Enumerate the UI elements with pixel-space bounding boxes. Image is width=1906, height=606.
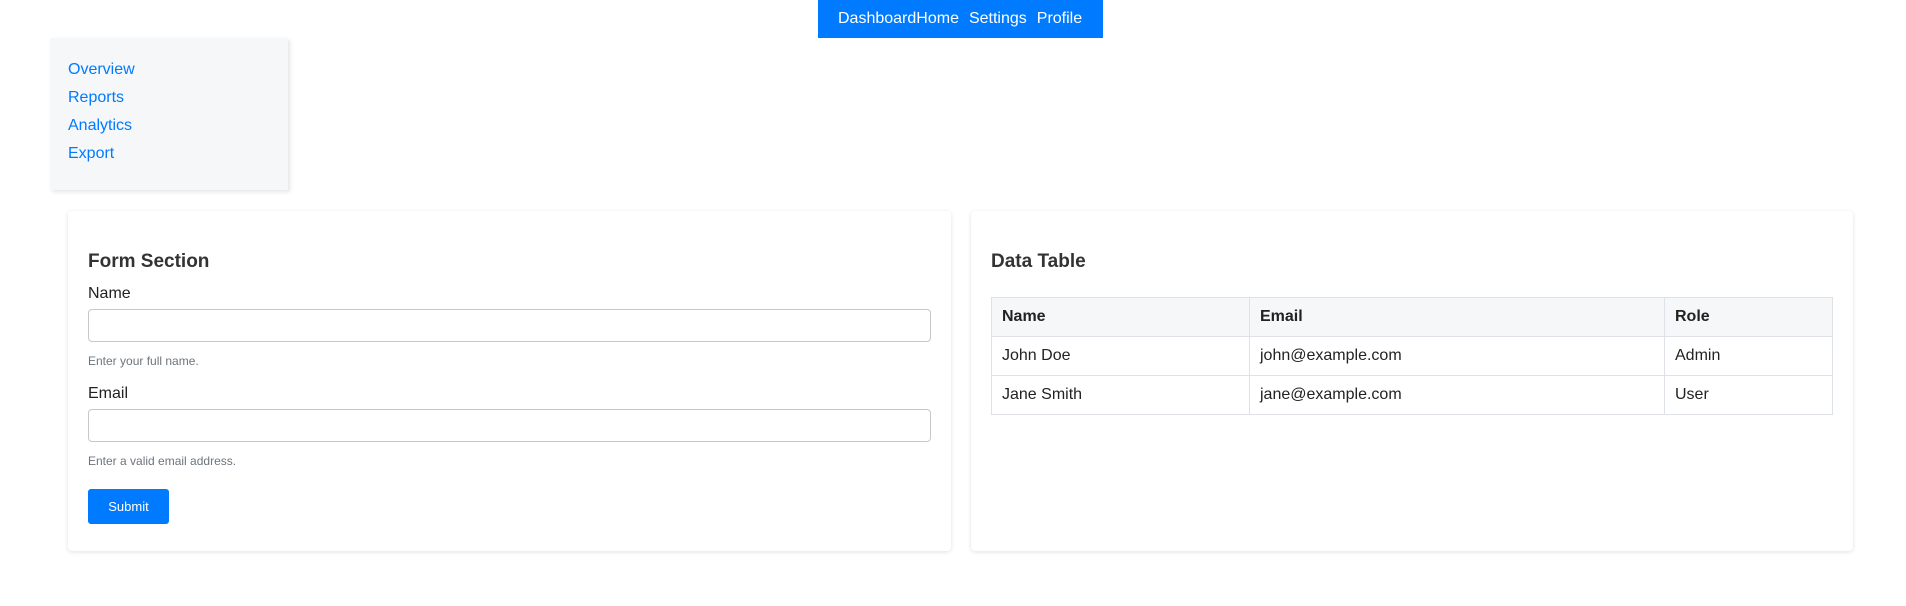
- sidebar-item-overview[interactable]: Overview: [68, 56, 270, 84]
- table-cell-email: jane@example.com: [1249, 375, 1665, 415]
- form-section-card: Form Section Name Enter your full name. …: [68, 211, 951, 551]
- sidebar-item-reports[interactable]: Reports: [68, 84, 270, 112]
- sidebar-item-export[interactable]: Export: [68, 140, 270, 168]
- nav-brand[interactable]: Dashboard: [838, 10, 916, 28]
- table-cell-email: john@example.com: [1249, 336, 1665, 376]
- column-header-email: Email: [1249, 297, 1665, 337]
- data-table: Name Email Role John Doe john@example.co…: [991, 297, 1833, 415]
- table-row: Jane Smith jane@example.com User: [991, 375, 1833, 415]
- column-header-name: Name: [991, 297, 1250, 337]
- nav-link-profile[interactable]: Profile: [1037, 10, 1082, 28]
- table-cell-name: Jane Smith: [991, 375, 1250, 415]
- name-label: Name: [88, 285, 131, 302]
- nav-link-home[interactable]: Home: [916, 10, 959, 28]
- name-input[interactable]: [88, 309, 931, 342]
- data-table-title: Data Table: [991, 251, 1086, 272]
- nav-link-settings[interactable]: Settings: [969, 10, 1027, 28]
- sidebar: Overview Reports Analytics Export: [50, 38, 288, 190]
- submit-button[interactable]: Submit: [88, 489, 169, 524]
- sidebar-item-analytics[interactable]: Analytics: [68, 112, 270, 140]
- email-label: Email: [88, 385, 129, 402]
- form-section-title: Form Section: [88, 251, 210, 272]
- table-cell-role: User: [1664, 375, 1833, 415]
- name-help-text: Enter your full name.: [88, 354, 199, 368]
- data-table-card: Data Table Name Email Role John Doe john…: [971, 211, 1853, 551]
- table-cell-name: John Doe: [991, 336, 1250, 376]
- column-header-role: Role: [1664, 297, 1833, 337]
- table-header-row: Name Email Role: [991, 297, 1833, 337]
- table-cell-role: Admin: [1664, 336, 1833, 376]
- email-input[interactable]: [88, 409, 931, 442]
- email-help-text: Enter a valid email address.: [88, 454, 237, 468]
- top-nav: Dashboard Home Settings Profile: [818, 0, 1103, 38]
- table-row: John Doe john@example.com Admin: [991, 336, 1833, 376]
